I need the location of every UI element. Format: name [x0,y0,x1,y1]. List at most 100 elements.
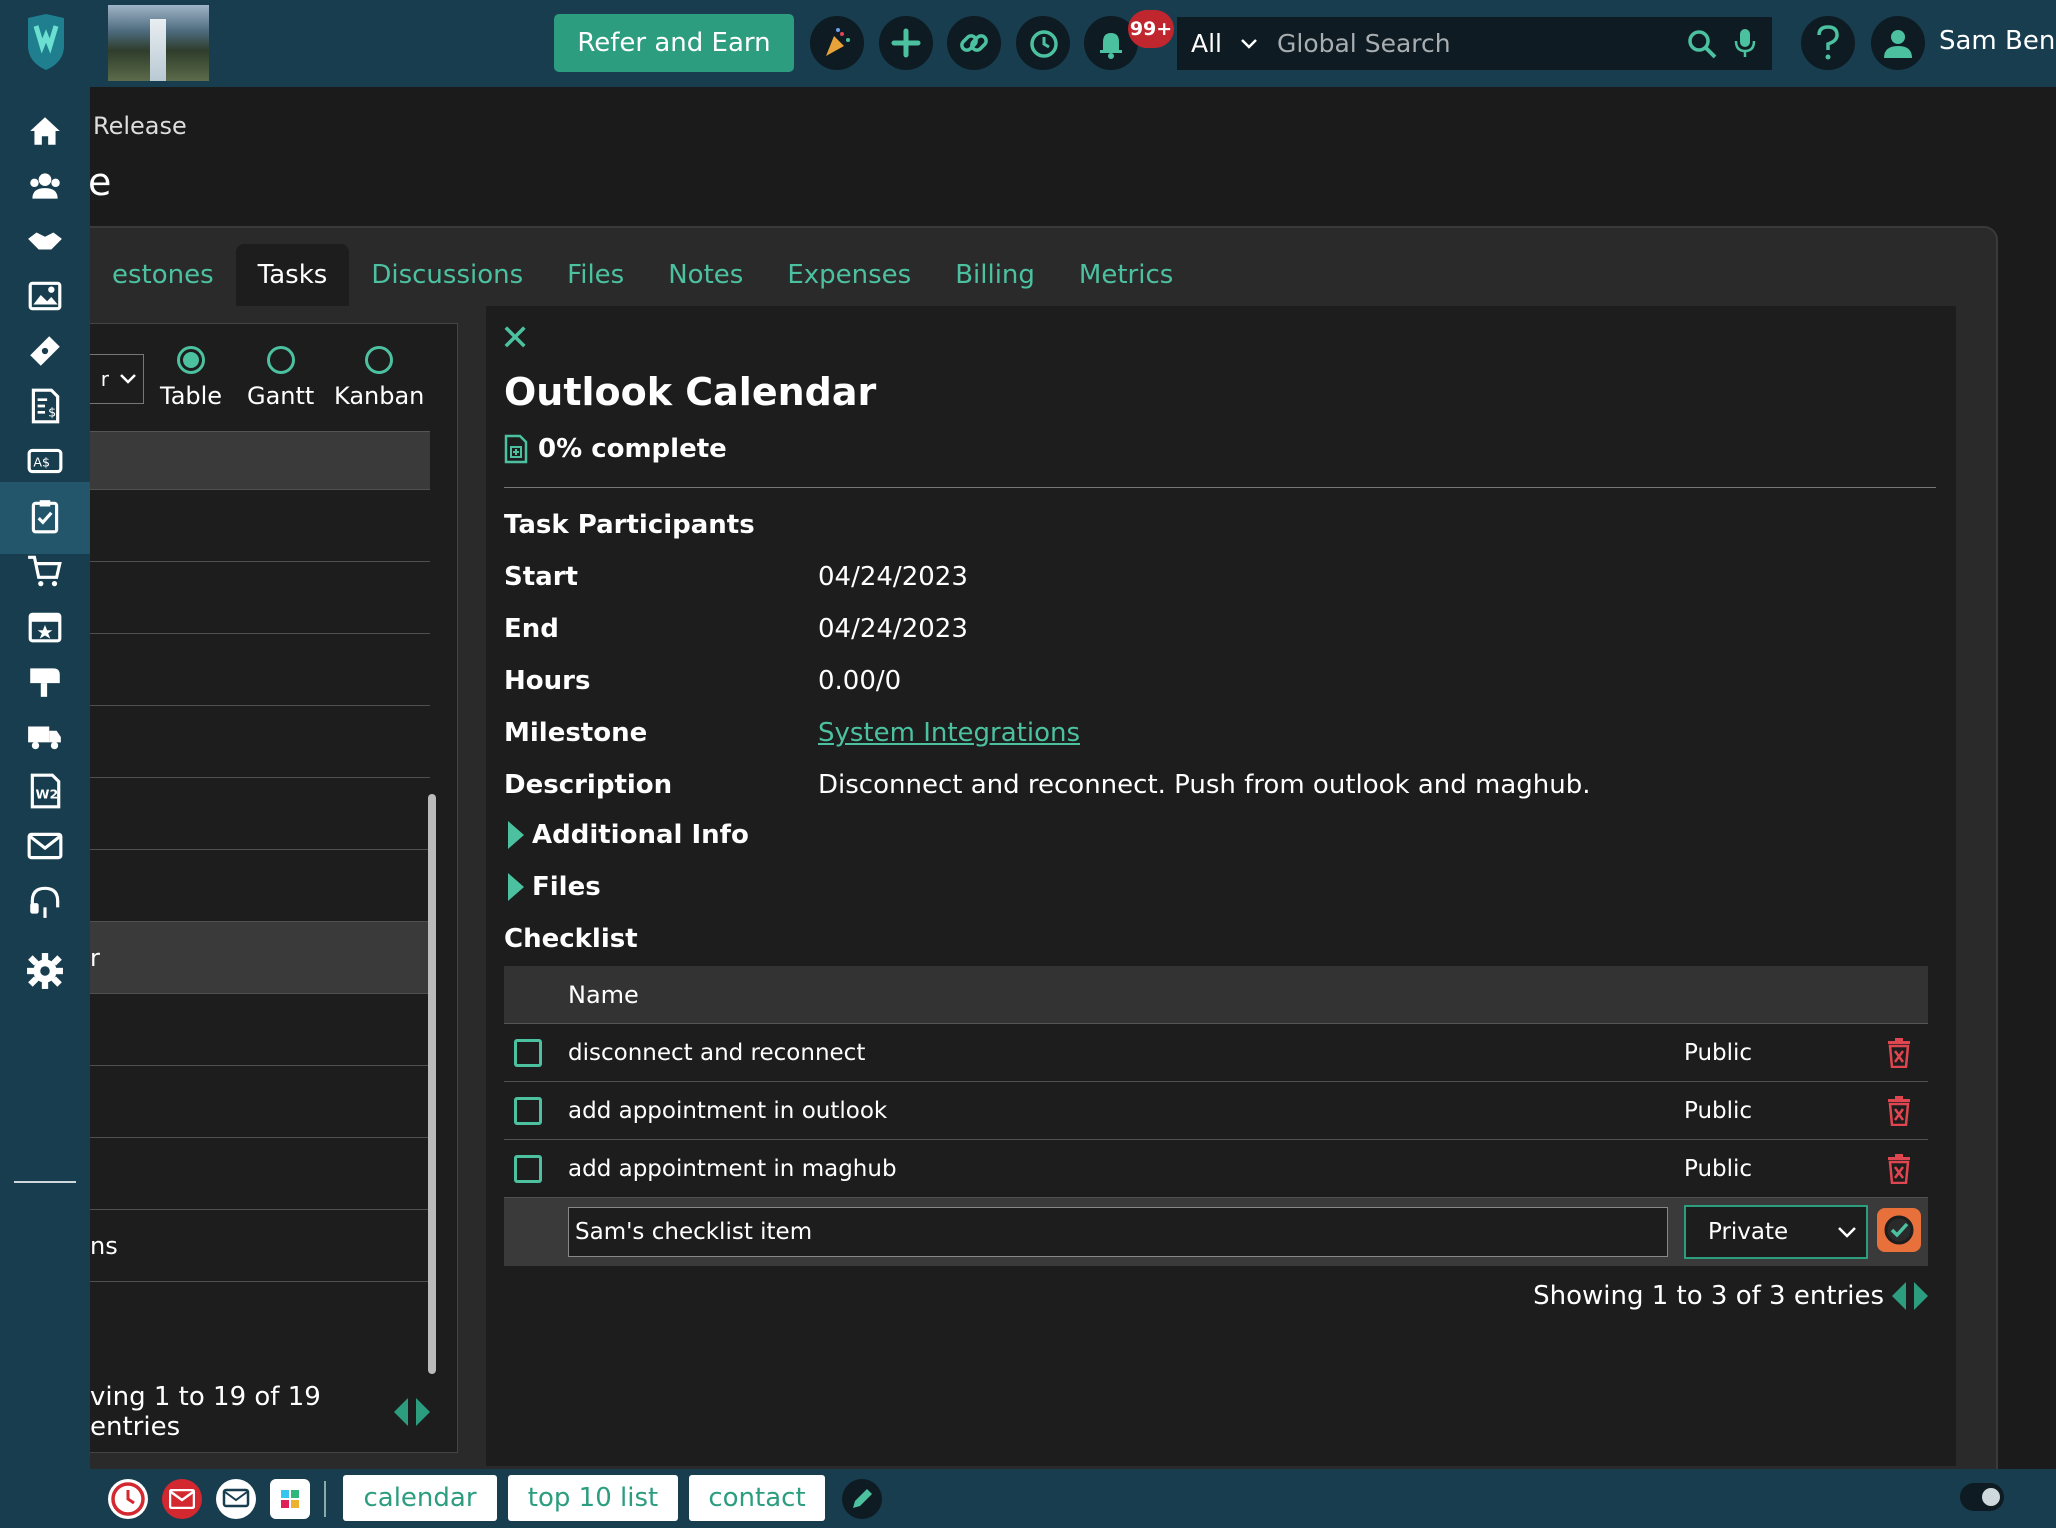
save-checklist-item-button[interactable] [1877,1208,1921,1252]
field-value-end: 04/24/2023 [818,614,968,644]
quick-link-contact[interactable]: contact [689,1475,825,1521]
search-icon[interactable] [1687,29,1717,63]
task-list-row[interactable] [90,432,430,490]
name-column-header[interactable]: Name [568,981,639,1009]
support-icon [26,882,64,924]
project-tabs: estones Tasks Discussions Files Notes Ex… [90,244,1195,306]
task-list-count: ving 1 to 19 of 19 entries [90,1382,321,1442]
microphone-icon[interactable] [1733,27,1757,63]
help-icon[interactable] [1801,16,1855,70]
prev-page-icon[interactable] [1892,1282,1906,1310]
additional-info-toggle[interactable]: Additional Info [508,820,749,850]
next-page-icon[interactable] [1914,1282,1928,1310]
breadcrumb[interactable]: Release [93,112,187,140]
sidebar-item-support[interactable] [0,867,90,939]
quick-link-calendar[interactable]: calendar [343,1475,497,1521]
tab-notes[interactable]: Notes [646,244,765,306]
milestone-link[interactable]: System Integrations [818,718,1080,748]
trash-icon[interactable] [1886,1096,1912,1132]
divider [324,1481,326,1517]
global-search-input[interactable] [1277,17,1677,70]
detail-scroll-track[interactable] [1956,306,1996,1466]
pencil-icon[interactable] [842,1479,882,1519]
sidebar-item-settings-gear[interactable] [0,937,90,1009]
task-list-row[interactable] [90,1066,430,1138]
next-page-icon[interactable] [416,1398,430,1426]
tasks-clipboard-icon [26,497,64,539]
task-list-row[interactable] [90,634,430,706]
tab-tasks[interactable]: Tasks [235,244,350,306]
task-list-row[interactable] [90,490,430,562]
task-list-row[interactable] [90,1138,430,1210]
view-option-kanban[interactable]: Kanban [334,346,424,410]
task-title: Outlook Calendar [504,370,877,414]
user-avatar-icon[interactable] [1871,16,1925,70]
prev-page-icon[interactable] [394,1398,408,1426]
task-list-row[interactable] [90,706,430,778]
close-icon[interactable]: ✕ [500,318,530,359]
slack-icon[interactable] [270,1479,310,1519]
checklist-item-visibility: Public [1684,1155,1753,1182]
search-scope-select[interactable]: All [1177,17,1267,70]
money-exchange-icon: A$ [26,442,64,484]
tab-milestones[interactable]: estones [90,244,236,306]
gallery-icon [26,277,64,319]
task-list-row[interactable] [90,562,430,634]
quick-link-top-10-list[interactable]: top 10 list [508,1475,678,1521]
task-list-row[interactable] [90,850,430,922]
checklist-checkbox[interactable] [514,1096,542,1125]
task-list-row[interactable] [90,778,430,850]
checklist-item-name[interactable]: add appointment in outlook [568,1098,887,1124]
refer-and-earn-button[interactable]: Refer and Earn [554,14,794,72]
view-option-gantt[interactable]: Gantt [247,346,314,410]
plus-icon[interactable] [879,16,933,70]
files-toggle[interactable]: Files [508,872,601,902]
app-logo-icon[interactable] [18,12,74,72]
mail-icon[interactable] [162,1479,202,1519]
clock-icon[interactable] [108,1479,148,1519]
task-list: r ns [90,431,430,1354]
task-filter-select[interactable]: r [90,354,144,404]
task-list-row[interactable] [90,994,430,1066]
theme-toggle[interactable] [1960,1483,2004,1511]
checklist-item-visibility: Public [1684,1039,1753,1066]
task-list-scrollbar[interactable] [428,794,436,1374]
tab-metrics[interactable]: Metrics [1057,244,1195,306]
field-label-hours: Hours [504,666,591,696]
invoice-icon: $ [26,387,64,429]
new-checklist-item-input[interactable] [568,1207,1668,1257]
view-option-table[interactable]: Table [160,346,222,410]
project-thumbnail[interactable] [108,5,209,81]
view-gantt-radio[interactable] [266,346,295,374]
bottom-bar: calendar top 10 list contact [90,1469,2056,1528]
new-item-visibility-select[interactable]: Private [1684,1205,1868,1259]
task-detail-panel: ✕ Outlook Calendar 0% complete Task Part… [486,306,1994,1466]
sidebar-divider [14,1181,76,1183]
tab-discussions[interactable]: Discussions [349,244,545,306]
checklist-checkbox[interactable] [514,1038,542,1067]
tab-expenses[interactable]: Expenses [765,244,933,306]
history-icon[interactable] [1016,16,1070,70]
party-icon[interactable] [810,16,864,70]
link-icon[interactable] [947,16,1001,70]
field-value-description: Disconnect and reconnect. Push from outl… [818,770,1591,800]
checklist-item-name[interactable]: disconnect and reconnect [568,1040,865,1066]
trash-icon[interactable] [1886,1038,1912,1074]
task-list-row[interactable] [90,1282,430,1354]
user-name[interactable]: Sam Bend [1939,26,2056,56]
checklist-checkbox[interactable] [514,1154,542,1183]
checklist-item-name[interactable]: add appointment in maghub [568,1156,897,1182]
task-list-row[interactable]: ns [90,1210,430,1282]
svg-text:A$: A$ [33,454,50,469]
checklist-count: Showing 1 to 3 of 3 entries [1533,1281,1884,1311]
tab-billing[interactable]: Billing [933,244,1057,306]
view-kanban-radio[interactable] [365,346,394,374]
task-list-row-selected[interactable]: r [90,922,430,994]
checklist-item-visibility: Public [1684,1097,1753,1124]
message-icon[interactable] [216,1479,256,1519]
expand-triangle-icon [508,873,524,901]
task-filter-value: r [100,367,109,391]
trash-icon[interactable] [1886,1154,1912,1190]
view-table-radio[interactable] [177,346,206,374]
tab-files[interactable]: Files [545,244,646,306]
